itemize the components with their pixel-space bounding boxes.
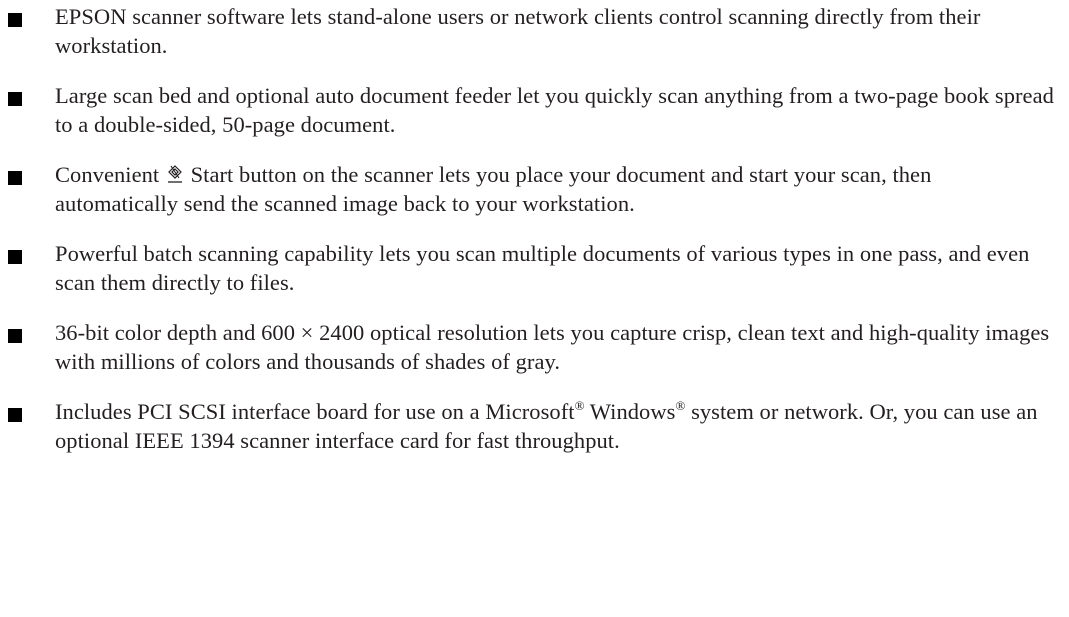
feature-text: Powerful batch scanning capability lets … — [55, 241, 1030, 295]
registered-mark: ® — [574, 398, 585, 413]
feature-text: EPSON scanner software lets stand-alone … — [55, 4, 981, 58]
square-bullet-icon — [8, 92, 22, 106]
list-item: 36-bit color depth and 600 × 2400 optica… — [8, 318, 1058, 376]
document-page: EPSON scanner software lets stand-alone … — [0, 0, 1069, 617]
square-bullet-icon — [8, 329, 22, 343]
list-item: Large scan bed and optional auto documen… — [8, 81, 1058, 139]
square-bullet-icon — [8, 250, 22, 264]
feature-text: Includes PCI SCSI interface board for us… — [55, 397, 1058, 455]
square-bullet-icon — [8, 171, 22, 185]
list-item: Convenient Start button on the scanner l… — [8, 160, 1058, 218]
list-item: Powerful batch scanning capability lets … — [8, 239, 1058, 297]
feature-text-part: Includes PCI SCSI interface board for us… — [55, 399, 575, 424]
feature-text-before-icon: Convenient — [55, 162, 160, 187]
square-bullet-icon — [8, 408, 22, 422]
feature-text-after-icon: Start button on the scanner lets you pla… — [55, 162, 932, 216]
start-button-icon — [167, 165, 182, 183]
list-item: Includes PCI SCSI interface board for us… — [8, 397, 1058, 455]
registered-mark: ® — [675, 398, 686, 413]
square-bullet-icon — [8, 13, 22, 27]
feature-list: EPSON scanner software lets stand-alone … — [8, 2, 1058, 476]
list-item: EPSON scanner software lets stand-alone … — [8, 2, 1058, 60]
feature-text: Large scan bed and optional auto documen… — [55, 83, 1054, 137]
feature-text-part: Windows — [584, 399, 676, 424]
feature-text: Convenient Start button on the scanner l… — [55, 160, 1058, 218]
feature-text: 36-bit color depth and 600 × 2400 optica… — [55, 320, 1050, 374]
